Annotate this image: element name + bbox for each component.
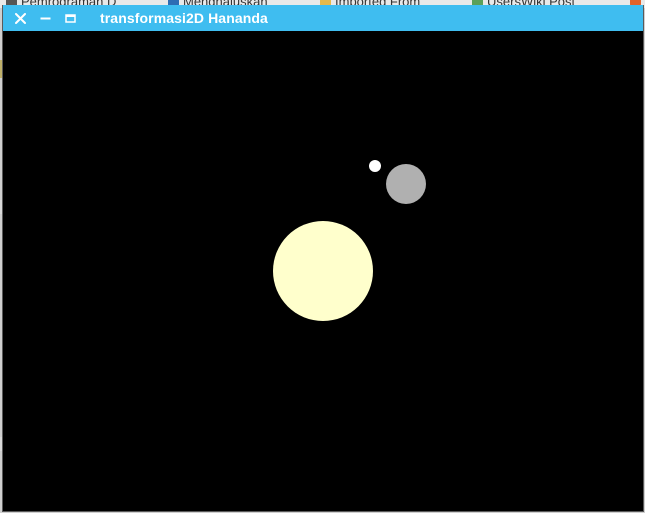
sun-circle bbox=[273, 221, 373, 321]
maximize-icon[interactable] bbox=[65, 13, 76, 24]
render-canvas[interactable] bbox=[3, 31, 643, 511]
app-window: transformasi2D Hananda bbox=[2, 5, 644, 512]
window-controls bbox=[15, 12, 76, 24]
window-title: transformasi2D Hananda bbox=[100, 10, 268, 26]
minimize-icon[interactable] bbox=[40, 13, 51, 24]
window-titlebar[interactable]: transformasi2D Hananda bbox=[3, 5, 643, 31]
close-icon[interactable] bbox=[15, 12, 26, 24]
moon-circle bbox=[369, 160, 381, 172]
planet-circle bbox=[386, 164, 426, 204]
